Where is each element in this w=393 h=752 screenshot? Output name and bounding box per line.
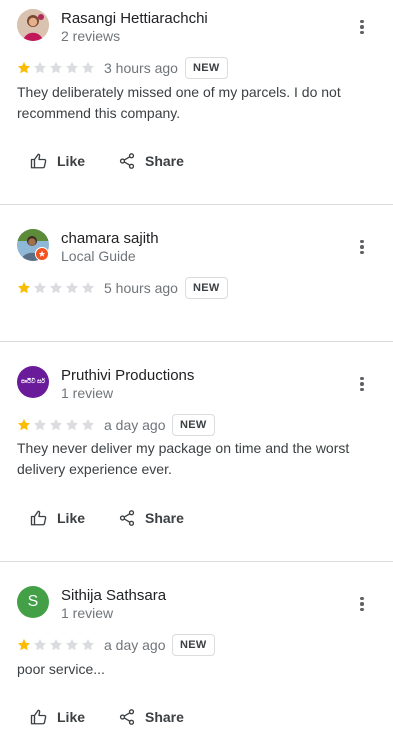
review-date: a day ago	[104, 417, 166, 433]
like-label: Like	[57, 709, 86, 725]
share-label: Share	[145, 709, 184, 725]
share-icon	[119, 709, 135, 725]
review-text: They deliberately missed one of my parce…	[17, 84, 341, 121]
review-text: They never deliver my package on time an…	[17, 440, 350, 477]
reviewer-name[interactable]: chamara sajith	[61, 230, 159, 247]
share-icon	[119, 153, 135, 169]
star-rating	[17, 281, 95, 295]
star-empty-icon	[81, 281, 95, 294]
reviewer-review-count[interactable]: 2 reviews	[61, 28, 120, 44]
star-empty-icon	[65, 638, 79, 651]
more-options-icon[interactable]	[352, 15, 372, 39]
like-button[interactable]: Like	[30, 703, 85, 731]
star-filled-icon	[17, 418, 31, 431]
star-rating	[17, 638, 95, 652]
star-empty-icon	[65, 61, 79, 74]
star-filled-icon	[17, 638, 31, 651]
review-date: 5 hours ago	[104, 280, 178, 296]
share-label: Share	[145, 153, 184, 169]
new-badge: NEW	[185, 277, 228, 299]
reviewer-name[interactable]: Sithija Sathsara	[61, 587, 166, 604]
share-button[interactable]: Share	[118, 147, 184, 175]
share-label: Share	[145, 510, 184, 526]
share-icon	[119, 510, 135, 526]
star-empty-icon	[33, 638, 47, 651]
review-card: පෘථිවි සර් Pruthivi Productions 1 review…	[0, 342, 393, 562]
star-empty-icon	[49, 638, 63, 651]
reviewer-avatar[interactable]: පෘථිවි සර්	[17, 366, 49, 398]
like-label: Like	[57, 510, 86, 526]
reviewer-avatar[interactable]: S	[17, 586, 49, 618]
star-empty-icon	[49, 418, 63, 431]
star-rating	[17, 418, 95, 432]
star-empty-icon	[33, 281, 47, 294]
star-filled-icon	[17, 61, 31, 74]
star-rating	[17, 61, 95, 75]
thumbs-up-icon	[30, 153, 47, 169]
star-empty-icon	[49, 281, 63, 294]
share-button[interactable]: Share	[118, 504, 184, 532]
review-card: Rasangi Hettiarachchi 2 reviews 3 hours …	[0, 0, 393, 205]
new-badge: NEW	[172, 634, 215, 656]
star-empty-icon	[81, 61, 95, 74]
thumbs-up-icon	[30, 510, 47, 526]
more-options-icon[interactable]	[352, 372, 372, 396]
more-options-icon[interactable]	[352, 235, 372, 259]
like-button[interactable]: Like	[30, 147, 85, 175]
star-empty-icon	[49, 61, 63, 74]
local-guide-icon	[35, 247, 49, 261]
new-badge: NEW	[172, 414, 215, 436]
avatar-logo-text: පෘථිවි සර්	[20, 378, 46, 385]
star-filled-icon	[17, 281, 31, 294]
like-label: Like	[57, 153, 86, 169]
review-text: poor service...	[17, 661, 105, 677]
star-empty-icon	[81, 418, 95, 431]
share-button[interactable]: Share	[118, 703, 184, 731]
review-date: a day ago	[104, 637, 166, 653]
more-options-icon[interactable]	[352, 592, 372, 616]
like-button[interactable]: Like	[30, 504, 85, 532]
reviewer-review-count[interactable]: 1 review	[61, 605, 113, 621]
new-badge: NEW	[185, 57, 228, 79]
avatar-letter: S	[27, 593, 39, 610]
reviewer-name[interactable]: Pruthivi Productions	[61, 367, 194, 384]
thumbs-up-icon	[30, 709, 47, 725]
star-empty-icon	[33, 61, 47, 74]
review-card: S Sithija Sathsara 1 review a day ago NE…	[0, 562, 393, 752]
star-empty-icon	[33, 418, 47, 431]
reviewer-avatar[interactable]	[17, 9, 49, 41]
reviewer-name[interactable]: Rasangi Hettiarachchi	[61, 10, 208, 27]
review-date: 3 hours ago	[104, 60, 178, 76]
star-empty-icon	[81, 638, 95, 651]
local-guide-label[interactable]: Local Guide	[61, 248, 136, 264]
star-empty-icon	[65, 281, 79, 294]
review-card: chamara sajith Local Guide 5 hours ago N…	[0, 205, 393, 342]
reviewer-review-count[interactable]: 1 review	[61, 385, 113, 401]
star-empty-icon	[65, 418, 79, 431]
